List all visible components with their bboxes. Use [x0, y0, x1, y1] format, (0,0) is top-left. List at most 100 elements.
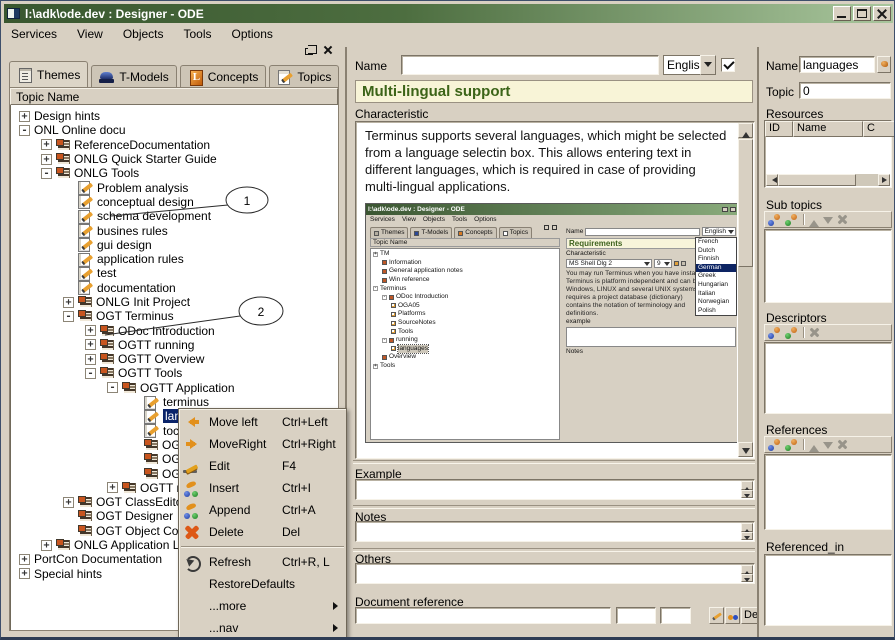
- scroll-thumb[interactable]: [738, 139, 753, 267]
- prop-topic-input[interactable]: [800, 83, 890, 98]
- tree-item-onlg-tools[interactable]: -ONLG Tools: [12, 166, 336, 180]
- resources-column-name[interactable]: Name: [793, 121, 863, 137]
- spin-up-icon[interactable]: [741, 481, 753, 490]
- spin-down-icon[interactable]: [741, 490, 753, 499]
- collapse-toggle-icon[interactable]: -: [19, 125, 30, 136]
- descriptors-list[interactable]: [764, 342, 892, 414]
- title-bar[interactable]: l:\adk\ode.dev : Designer - ODE: [4, 4, 893, 23]
- expand-toggle-icon[interactable]: +: [19, 554, 30, 565]
- add-reference-icon[interactable]: [768, 439, 781, 451]
- expand-toggle-icon[interactable]: +: [85, 325, 96, 336]
- expand-toggle-icon[interactable]: +: [19, 568, 30, 579]
- tree-item-ogtt-overview[interactable]: +OGTT Overview: [12, 352, 336, 366]
- menu-options[interactable]: Options: [228, 26, 283, 43]
- move-down-icon[interactable]: [823, 214, 833, 226]
- characteristic-scrollbar[interactable]: [738, 123, 753, 457]
- scroll-right-icon[interactable]: [878, 174, 890, 186]
- tree-item-ogt-terminus[interactable]: -OGT Terminus: [12, 309, 336, 323]
- tree-item-problem-analysis[interactable]: Problem analysis: [12, 180, 336, 194]
- scroll-down-icon[interactable]: [738, 442, 753, 457]
- link-reference-icon[interactable]: [785, 439, 798, 451]
- link-subtopic-icon[interactable]: [785, 214, 798, 226]
- splitter[interactable]: [353, 505, 755, 509]
- tree-item-conceptual-design[interactable]: conceptual design: [12, 195, 336, 209]
- resources-column-id[interactable]: ID: [765, 121, 793, 137]
- add-descriptor-icon[interactable]: [768, 327, 781, 339]
- document-reference-input[interactable]: [356, 608, 610, 623]
- splitter[interactable]: [353, 460, 755, 464]
- spin-up-icon[interactable]: [741, 523, 753, 532]
- menu-item-more[interactable]: ...more: [179, 595, 346, 617]
- minimize-button[interactable]: [833, 6, 851, 21]
- tree-item-onlg-init-project[interactable]: +ONLG Init Project: [12, 295, 336, 309]
- tree-item-application-rules[interactable]: application rules: [12, 252, 336, 266]
- maximize-button[interactable]: [853, 6, 871, 21]
- scroll-left-icon[interactable]: [766, 174, 778, 186]
- move-up-icon[interactable]: [809, 214, 819, 226]
- expand-toggle-icon[interactable]: +: [19, 111, 30, 122]
- scroll-up-icon[interactable]: [738, 123, 753, 138]
- tree-item-design-hints[interactable]: +Design hints: [12, 109, 336, 123]
- expand-toggle-icon[interactable]: +: [41, 540, 52, 551]
- tree-column-header[interactable]: Topic Name: [10, 88, 338, 105]
- document-reference-page-input[interactable]: [617, 608, 655, 623]
- tab-topics[interactable]: Topics: [269, 65, 339, 87]
- menu-item-refresh[interactable]: RefreshCtrl+R, L: [179, 551, 346, 573]
- others-field[interactable]: [355, 563, 755, 584]
- expand-toggle-icon[interactable]: +: [107, 482, 118, 493]
- docref-link-button[interactable]: [725, 607, 740, 624]
- spin-down-icon[interactable]: [741, 574, 753, 583]
- expand-toggle-icon[interactable]: +: [63, 497, 74, 508]
- tree-item-busines-rules[interactable]: busines rules: [12, 223, 336, 237]
- tab-concepts[interactable]: Concepts: [180, 65, 267, 87]
- add-subtopic-icon[interactable]: [768, 214, 781, 226]
- menu-tools[interactable]: Tools: [180, 26, 222, 43]
- splitter[interactable]: [353, 548, 755, 552]
- collapse-toggle-icon[interactable]: -: [85, 368, 96, 379]
- menu-item-insert[interactable]: InsertCtrl+I: [179, 477, 346, 499]
- move-down-icon[interactable]: [823, 439, 833, 451]
- subtopics-list[interactable]: [764, 229, 892, 303]
- tab-themes[interactable]: Themes: [9, 61, 88, 87]
- menu-item-restoredefaults[interactable]: RestoreDefaults: [179, 573, 346, 595]
- collapse-toggle-icon[interactable]: -: [63, 311, 74, 322]
- references-list[interactable]: [764, 454, 892, 530]
- language-select[interactable]: English: [663, 55, 716, 75]
- name-input[interactable]: [402, 56, 658, 74]
- prop-name-input[interactable]: [800, 57, 874, 72]
- tree-item-onlg-quick-starter-guide[interactable]: +ONLG Quick Starter Guide: [12, 152, 336, 166]
- tree-item-documentation[interactable]: documentation: [12, 281, 336, 295]
- resources-column-c[interactable]: C: [863, 121, 895, 137]
- remove-icon[interactable]: [837, 214, 848, 225]
- menu-objects[interactable]: Objects: [119, 26, 174, 43]
- prop-name-picker-button[interactable]: [877, 56, 891, 73]
- tree-item-ogtt-tools[interactable]: -OGTT Tools: [12, 366, 336, 380]
- link-descriptor-icon[interactable]: [785, 327, 798, 339]
- expand-toggle-icon[interactable]: +: [41, 139, 52, 150]
- menu-view[interactable]: View: [73, 26, 113, 43]
- collapse-toggle-icon[interactable]: -: [107, 382, 118, 393]
- menu-services[interactable]: Services: [7, 26, 67, 43]
- spin-down-icon[interactable]: [741, 532, 753, 541]
- spin-up-icon[interactable]: [741, 565, 753, 574]
- remove-icon[interactable]: [809, 327, 820, 338]
- resources-hscrollbar[interactable]: [766, 174, 890, 186]
- menu-item-append[interactable]: AppendCtrl+A: [179, 499, 346, 521]
- chevron-down-icon[interactable]: [700, 55, 716, 75]
- tree-item-gui-design[interactable]: gui design: [12, 238, 336, 252]
- expand-toggle-icon[interactable]: +: [63, 297, 74, 308]
- tree-item-odoc-introduction[interactable]: +ODoc Introduction: [12, 323, 336, 337]
- menu-item-nav[interactable]: ...nav: [179, 617, 346, 639]
- expand-toggle-icon[interactable]: +: [85, 339, 96, 350]
- expand-toggle-icon[interactable]: +: [85, 354, 96, 365]
- tab-t-models[interactable]: T-Models: [91, 65, 176, 87]
- docref-edit-button[interactable]: [709, 607, 724, 624]
- collapse-toggle-icon[interactable]: -: [41, 168, 52, 179]
- close-panel-icon[interactable]: [323, 45, 333, 55]
- close-button[interactable]: [873, 6, 891, 21]
- referenced-in-list[interactable]: [764, 554, 892, 626]
- move-up-icon[interactable]: [809, 439, 819, 451]
- expand-toggle-icon[interactable]: +: [41, 154, 52, 165]
- language-checkbox[interactable]: [721, 58, 735, 72]
- tree-item-schema-development[interactable]: schema development: [12, 209, 336, 223]
